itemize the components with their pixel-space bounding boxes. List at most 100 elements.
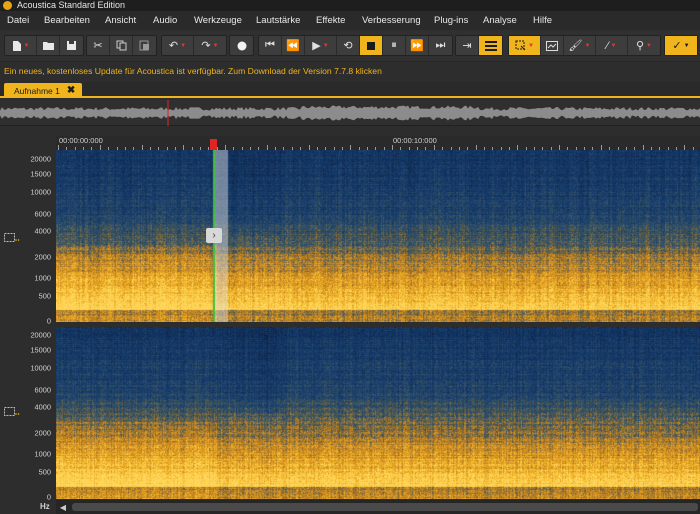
magic-wand-button[interactable]: ⁄ ▼	[596, 36, 628, 55]
record-icon	[237, 41, 246, 50]
redo-icon: ↷	[201, 40, 211, 52]
horizontal-scrollbar[interactable]: ◀	[56, 500, 700, 514]
magic-wand-icon: ⁄	[606, 39, 609, 52]
stop-icon	[367, 41, 375, 50]
freq-label: 2000	[34, 252, 51, 262]
redo-button[interactable]: ↷ ▼	[194, 36, 226, 55]
settings-tool-button[interactable]: ✓ ▼	[665, 36, 697, 55]
scrub-button[interactable]: ⇥	[456, 36, 479, 55]
freq-label: 1000	[34, 273, 51, 283]
title-bar: Acoustica Standard Edition	[0, 0, 700, 11]
waveform-overview[interactable]	[0, 100, 700, 126]
record-button[interactable]	[230, 36, 253, 55]
menu-audio[interactable]: Audio	[153, 11, 177, 30]
loop-button[interactable]: ⟲	[337, 36, 360, 55]
freq-label: 10000	[30, 363, 51, 373]
playhead-marker[interactable]	[210, 139, 217, 150]
rewind-icon: ⏪	[286, 40, 300, 52]
menu-werkzeuge[interactable]: Werkzeuge	[194, 11, 242, 30]
freq-label: 500	[38, 291, 51, 301]
brush-tool-button[interactable]: 🖌 ▼	[564, 36, 596, 55]
selection-tool-button[interactable]: ▼	[509, 36, 541, 55]
copy-button[interactable]	[110, 36, 133, 55]
menu-lautstaerke[interactable]: Lautstärke	[256, 11, 300, 30]
chevron-left-icon: ◀	[59, 502, 67, 512]
chevron-down-icon: ▼	[683, 42, 690, 49]
tab-aufnahme-1[interactable]: Aufnahme 1 ✖	[4, 83, 82, 98]
menu-bearbeiten[interactable]: Bearbeiten	[44, 11, 90, 30]
freq-label: 4000	[34, 226, 51, 236]
brush-tool-icon: 🖌	[568, 40, 583, 52]
stop-button[interactable]	[360, 36, 383, 55]
frequency-axis-channel-1: 20000 15000 10000 6000 4000 2000 1000 50…	[0, 150, 56, 326]
file-group: ▼	[4, 35, 84, 56]
transport-group: ⏮ ⏪ ▶ ▼ ⟲ ⏸ ⏩ ⏭	[258, 35, 453, 56]
chevron-down-icon: ▼	[180, 42, 187, 49]
cut-icon: ✂	[93, 40, 103, 52]
undo-button[interactable]: ↶ ▼	[162, 36, 194, 55]
freq-label: 500	[38, 467, 51, 477]
save-icon	[67, 41, 76, 50]
skip-end-button[interactable]: ⏭	[429, 36, 452, 55]
menu-datei[interactable]: Datei	[7, 11, 29, 30]
menu-bar: Datei Bearbeiten Ansicht Audio Werkzeuge…	[0, 11, 700, 30]
app-logo-icon	[3, 1, 12, 10]
spectrogram-view-icon	[484, 40, 497, 51]
expand-panel-button[interactable]: ›	[206, 228, 222, 243]
view-group: ⇥	[455, 35, 503, 56]
spectrogram-view-button[interactable]	[479, 36, 502, 55]
new-file-button[interactable]: ▼	[5, 36, 37, 55]
fast-forward-button[interactable]: ⏩	[406, 36, 429, 55]
freq-label: 15000	[30, 169, 51, 179]
open-folder-icon	[42, 42, 54, 50]
chevron-down-icon: ▼	[584, 42, 591, 49]
freq-label: 10000	[30, 187, 51, 197]
fast-forward-icon: ⏩	[410, 40, 424, 52]
play-button[interactable]: ▶ ▼	[305, 36, 337, 55]
chevron-right-icon: ›	[212, 230, 216, 241]
rewind-button[interactable]: ⏪	[282, 36, 305, 55]
channel-2-toggle-icon[interactable]	[4, 406, 20, 417]
skip-start-button[interactable]: ⏮	[259, 36, 282, 55]
timeline-ruler[interactable]: 00:00:00:000 00:00:10:000	[56, 136, 700, 150]
save-button[interactable]	[60, 36, 83, 55]
spectrogram-channel-1[interactable]	[56, 150, 700, 322]
new-file-icon	[12, 40, 21, 51]
scroll-left-button[interactable]: ◀	[56, 500, 70, 514]
channel-1-toggle-icon[interactable]	[4, 232, 20, 243]
paste-button[interactable]	[133, 36, 156, 55]
close-icon[interactable]: ✖	[67, 85, 75, 96]
scrollbar-thumb[interactable]	[72, 503, 698, 511]
loop-icon: ⟲	[343, 40, 353, 52]
view-tool-button[interactable]	[541, 36, 564, 55]
pause-button[interactable]: ⏸	[383, 36, 406, 55]
play-icon: ▶	[312, 40, 321, 52]
open-button[interactable]	[37, 36, 60, 55]
menu-hilfe[interactable]: Hilfe	[533, 11, 552, 30]
skip-end-icon: ⏭	[435, 39, 446, 51]
freq-label: 1000	[34, 449, 51, 459]
copy-icon	[116, 40, 126, 51]
zoom-tool-button[interactable]: ⚲ ▼	[628, 36, 660, 55]
freq-label: 0	[46, 316, 51, 326]
update-notification[interactable]: Ein neues, kostenloses Update für Acoust…	[0, 62, 700, 82]
skip-start-icon: ⏮	[265, 39, 275, 51]
view-tool-icon	[546, 40, 558, 51]
tools-group: ▼ 🖌 ▼ ⁄ ▼ ⚲ ▼	[508, 35, 661, 56]
clipboard-group: ✂	[86, 35, 157, 56]
freq-label: 4000	[34, 402, 51, 412]
history-group: ↶ ▼ ↷ ▼	[161, 35, 227, 56]
cut-button[interactable]: ✂	[87, 36, 110, 55]
menu-ansicht[interactable]: Ansicht	[105, 11, 136, 30]
freq-label: 0	[46, 492, 51, 502]
chevron-down-icon: ▼	[528, 42, 534, 49]
record-group	[229, 35, 254, 56]
update-notification-text[interactable]: Ein neues, kostenloses Update für Acoust…	[4, 66, 382, 76]
menu-verbesserung[interactable]: Verbesserung	[362, 11, 421, 30]
menu-effekte[interactable]: Effekte	[316, 11, 345, 30]
frequency-unit-label: Hz	[40, 502, 50, 511]
menu-plugins[interactable]: Plug-ins	[434, 11, 468, 30]
freq-label: 20000	[30, 330, 51, 340]
spectrogram-channel-2[interactable]	[56, 327, 700, 499]
menu-analyse[interactable]: Analyse	[483, 11, 517, 30]
